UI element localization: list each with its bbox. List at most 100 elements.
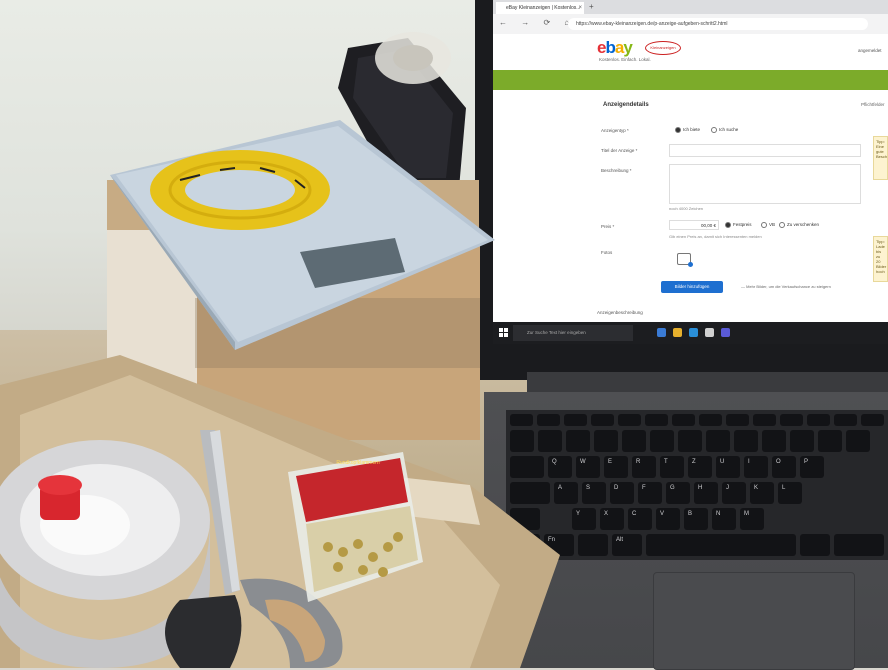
letter-key-v[interactable]: V: [656, 508, 680, 530]
browser-nav-icons[interactable]: ← → ⟳ ⌂: [499, 18, 575, 27]
key-label: V: [660, 511, 665, 517]
function-key[interactable]: [699, 414, 722, 426]
mail-icon[interactable]: [689, 328, 698, 337]
tab-close-icon[interactable]: ×: [578, 2, 582, 14]
alt-key[interactable]: Alt: [612, 534, 642, 556]
letter-key-e[interactable]: E: [604, 456, 628, 478]
camera-upload-icon[interactable]: [677, 253, 693, 267]
number-key[interactable]: [650, 430, 674, 452]
key-label: L: [782, 485, 786, 491]
letter-key-i[interactable]: I: [744, 456, 768, 478]
function-key[interactable]: [753, 414, 776, 426]
space-bar[interactable]: [646, 534, 796, 556]
key-label: Z: [692, 459, 696, 465]
key-label: C: [632, 511, 637, 517]
arrow-keys[interactable]: [834, 534, 884, 556]
file-explorer-icon[interactable]: [673, 328, 682, 337]
number-key[interactable]: [622, 430, 646, 452]
browser-tab[interactable]: eBay Kleinanzeigen | Kostenlos... ×: [496, 2, 584, 14]
letter-key-x[interactable]: X: [600, 508, 624, 530]
price-label: Preis *: [601, 224, 615, 229]
url-field[interactable]: https://www.ebay-kleinanzeigen.de/p-anze…: [568, 18, 868, 30]
description-label: Beschreibung *: [601, 168, 632, 173]
function-key[interactable]: [726, 414, 749, 426]
number-key[interactable]: [734, 430, 758, 452]
letter-key-y[interactable]: Y: [572, 508, 596, 530]
letter-key-m[interactable]: M: [740, 508, 764, 530]
site-tagline: Kostenlos. Einfach. Lokal.: [599, 57, 651, 62]
function-key[interactable]: [564, 414, 587, 426]
function-key[interactable]: [618, 414, 641, 426]
function-key[interactable]: [834, 414, 857, 426]
letter-key-b[interactable]: B: [684, 508, 708, 530]
ad-title-input[interactable]: [669, 144, 861, 157]
letter-key-t[interactable]: T: [660, 456, 684, 478]
number-key[interactable]: [594, 430, 618, 452]
ad-title-label: Titel der Anzeige *: [601, 148, 638, 153]
key-label: U: [720, 459, 725, 465]
paper-fastener-box: [288, 452, 423, 602]
letter-key-k[interactable]: K: [750, 482, 774, 504]
alt-gr-key[interactable]: [800, 534, 830, 556]
add-images-button[interactable]: Bilder hinzufügen: [661, 281, 723, 293]
number-key[interactable]: [818, 430, 842, 452]
radio-search[interactable]: Ich suche: [711, 127, 738, 133]
key-label: D: [614, 485, 619, 491]
letter-key-o[interactable]: O: [772, 456, 796, 478]
letter-key-z[interactable]: Z: [688, 456, 712, 478]
tip-box-photos: Tipp: Lade bis zu 20 Bilder hoch: [873, 236, 888, 282]
letter-key-d[interactable]: D: [610, 482, 634, 504]
form-title: Anzeigendetails: [603, 102, 649, 108]
key-label: R: [636, 459, 641, 465]
letter-key-j[interactable]: J: [722, 482, 746, 504]
key-label: Y: [576, 511, 581, 517]
key-label: P: [804, 459, 809, 465]
key-label: E: [608, 459, 613, 465]
laptop-hinge: [527, 372, 888, 392]
letter-key-r[interactable]: R: [632, 456, 656, 478]
function-key[interactable]: [861, 414, 884, 426]
letter-key-s[interactable]: S: [582, 482, 606, 504]
description-textarea[interactable]: [669, 164, 861, 204]
number-key[interactable]: [790, 430, 814, 452]
letter-key-n[interactable]: N: [712, 508, 736, 530]
windows-key[interactable]: [578, 534, 608, 556]
photo-scene: eBay Kleinanzeigen | Kostenlos... × + ← …: [0, 0, 888, 670]
laptop-trackpad[interactable]: [653, 572, 855, 670]
letter-key-l[interactable]: L: [778, 482, 802, 504]
number-key[interactable]: [762, 430, 786, 452]
letter-key-u[interactable]: U: [716, 456, 740, 478]
function-key[interactable]: [807, 414, 830, 426]
key-label: I: [748, 459, 750, 465]
letter-key-g[interactable]: G: [666, 482, 690, 504]
header-user-status[interactable]: angemeldet: [858, 48, 882, 53]
new-tab-icon[interactable]: +: [589, 2, 594, 11]
letter-key-p[interactable]: P: [800, 456, 824, 478]
letter-key-f[interactable]: F: [638, 482, 662, 504]
taskbar-app-icon[interactable]: [721, 328, 730, 337]
radio-give-away[interactable]: Zu verschenken: [779, 222, 819, 228]
function-key[interactable]: [780, 414, 803, 426]
radio-offer[interactable]: Ich biete: [675, 127, 700, 133]
taskbar-app-icon[interactable]: [657, 328, 666, 337]
store-icon[interactable]: [705, 328, 714, 337]
number-key[interactable]: [846, 430, 870, 452]
letter-key-c[interactable]: C: [628, 508, 652, 530]
browser-address-bar: ← → ⟳ ⌂ https://www.ebay-kleinanzeigen.d…: [493, 14, 888, 35]
letter-key-h[interactable]: H: [694, 482, 718, 504]
radio-fixed-price[interactable]: Festpreis: [725, 222, 752, 228]
radio-vb[interactable]: VB: [761, 222, 775, 228]
ebay-logo[interactable]: ebay: [597, 38, 633, 58]
price-input[interactable]: 00,00 €: [669, 220, 719, 230]
site-header: ebay Kleinanzeigen Kostenlos. Einfach. L…: [493, 34, 888, 70]
function-key[interactable]: [645, 414, 668, 426]
description-char-count: noch 4000 Zeichen: [669, 206, 704, 211]
function-key[interactable]: [591, 414, 614, 426]
number-key[interactable]: [706, 430, 730, 452]
number-key[interactable]: [566, 430, 590, 452]
function-key[interactable]: [672, 414, 695, 426]
laptop-screen: eBay Kleinanzeigen | Kostenlos... × + ← …: [493, 0, 888, 330]
number-key[interactable]: [678, 430, 702, 452]
letter-key-w[interactable]: W: [576, 456, 600, 478]
taskbar-search-input[interactable]: Zur Suche Text hier eingeben: [513, 325, 633, 341]
